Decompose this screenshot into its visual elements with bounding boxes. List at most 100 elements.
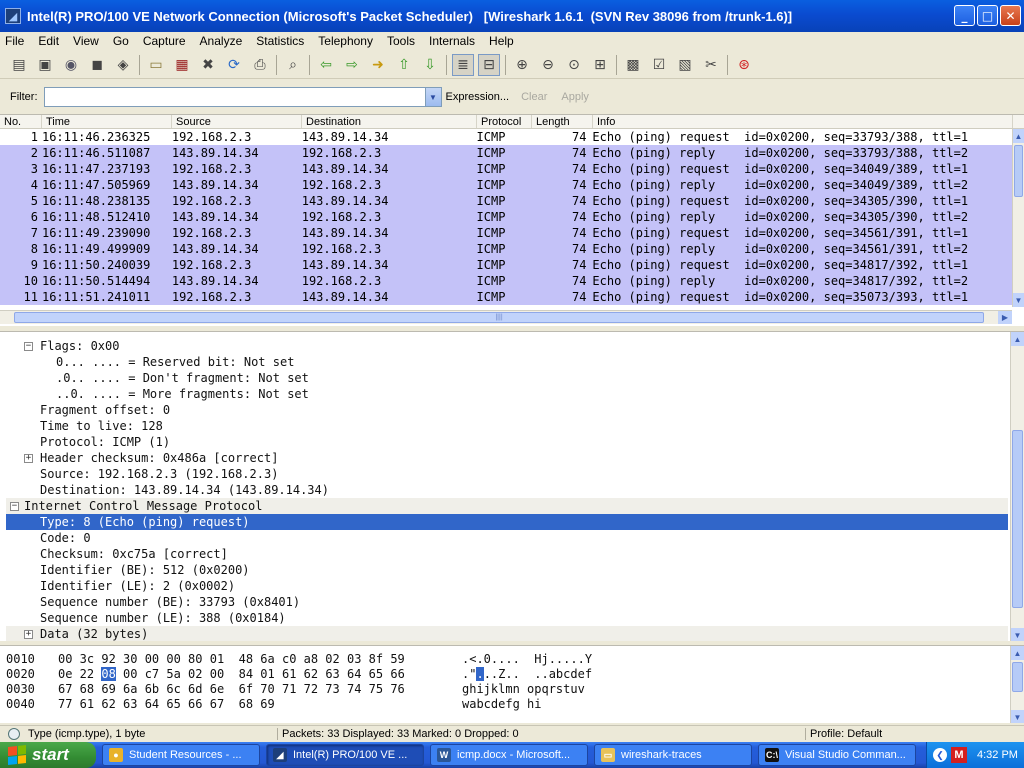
byte-row[interactable]: 0030 67 68 69 6a 6b 6c 6d 6e 6f 70 71 72 … <box>6 682 585 697</box>
taskbar-button[interactable]: Wicmp.docx - Microsoft... <box>430 744 588 766</box>
column-header-no[interactable]: No. <box>0 115 42 128</box>
expert-info-icon[interactable] <box>8 728 20 740</box>
column-header-length[interactable]: Length <box>532 115 593 128</box>
detail-row[interactable]: Time to live: 128 <box>6 418 1008 434</box>
packet-list-hscroll[interactable]: |||| ▶ <box>0 310 1012 324</box>
scroll-thumb[interactable] <box>1014 145 1023 197</box>
scroll-up-icon[interactable]: ▲ <box>1011 332 1024 346</box>
scroll-down-icon[interactable]: ▼ <box>1013 293 1024 307</box>
menu-edit[interactable]: Edit <box>38 34 59 48</box>
coloring-rules-icon[interactable]: ▧ <box>674 54 696 76</box>
details-vscroll[interactable]: ▲ ▼ <box>1010 332 1024 641</box>
scroll-thumb[interactable] <box>1012 662 1023 692</box>
taskbar-button[interactable]: ● Student Resources - ... <box>102 744 260 766</box>
detail-row[interactable]: Code: 0 <box>6 530 1008 546</box>
column-header-source[interactable]: Source <box>172 115 302 128</box>
interfaces-icon[interactable]: ▤ <box>8 54 30 76</box>
restart-capture-icon[interactable]: ◈ <box>112 54 134 76</box>
packet-row[interactable]: 11 16:11:51.241011 192.168.2.3 143.89.14.34… <box>0 289 1012 305</box>
detail-row[interactable]: Type: 8 (Echo (ping) request) <box>6 514 1008 530</box>
detail-row[interactable]: Checksum: 0xc75a [correct] <box>6 546 1008 562</box>
expand-icon[interactable]: + <box>24 454 33 463</box>
close-button[interactable]: ✕ <box>1000 5 1021 26</box>
byte-row[interactable]: 0010 00 3c 92 30 00 00 80 01 48 6a c0 a8 … <box>6 652 592 667</box>
scroll-down-icon[interactable]: ▼ <box>1011 628 1024 641</box>
detail-row[interactable]: Protocol: ICMP (1) <box>6 434 1008 450</box>
capture-filters-icon[interactable]: ▩ <box>622 54 644 76</box>
start-capture-icon[interactable]: ◉ <box>60 54 82 76</box>
packet-row[interactable]: 7 16:11:49.239090 192.168.2.3 143.89.14.34 I… <box>0 225 1012 241</box>
reload-icon[interactable]: ⟳ <box>223 54 245 76</box>
antivirus-icon[interactable]: M <box>951 747 967 763</box>
go-to-packet-icon[interactable]: ➜ <box>367 54 389 76</box>
close-file-icon[interactable]: ✖ <box>197 54 219 76</box>
menu-view[interactable]: View <box>73 34 99 48</box>
go-first-icon[interactable]: ⇧ <box>393 54 415 76</box>
save-file-icon[interactable]: ▦ <box>171 54 193 76</box>
byte-row[interactable]: 0040 77 61 62 63 64 65 66 67 68 69 wabcdef… <box>6 697 541 712</box>
packet-row[interactable]: 1 16:11:46.236325 192.168.2.3 143.89.14.34 I… <box>0 129 1012 145</box>
packet-row[interactable]: 9 16:11:50.240039 192.168.2.3 143.89.14.34 I… <box>0 257 1012 273</box>
detail-row[interactable]: Header checksum: 0x486a [correct] + <box>6 450 1008 466</box>
packet-list-vscroll[interactable]: ▲ ▼ <box>1012 129 1024 307</box>
menu-go[interactable]: Go <box>113 34 129 48</box>
taskbar-button[interactable]: ◢ Intel(R) PRO/100 VE ... <box>266 744 424 766</box>
collapse-icon[interactable]: − <box>24 342 33 351</box>
column-header-info[interactable]: Info <box>593 115 1013 128</box>
maximize-button[interactable]: □ <box>977 5 998 26</box>
detail-row[interactable]: ..0. .... = More fragments: Not set <box>6 386 1008 402</box>
bytes-vscroll[interactable]: ▲ ▼ <box>1010 646 1024 723</box>
taskbar-button[interactable]: C:\ Visual Studio Comman... <box>758 744 916 766</box>
menu-tools[interactable]: Tools <box>387 34 415 48</box>
expand-icon[interactable]: + <box>24 630 33 639</box>
column-header-destination[interactable]: Destination <box>302 115 477 128</box>
resize-columns-icon[interactable]: ⊞ <box>589 54 611 76</box>
go-last-icon[interactable]: ⇩ <box>419 54 441 76</box>
filter-input[interactable]: ▼ <box>43 87 442 107</box>
packet-row[interactable]: 6 16:11:48.512410 143.89.14.34 192.168.2.3 I… <box>0 209 1012 225</box>
status-profile[interactable]: Profile: Default <box>806 728 882 740</box>
filter-dropdown-icon[interactable]: ▼ <box>424 88 441 106</box>
options-icon[interactable]: ▣ <box>34 54 56 76</box>
detail-row[interactable]: Sequence number (BE): 33793 (0x8401) <box>6 594 1008 610</box>
menu-help[interactable]: Help <box>489 34 514 48</box>
autoscroll-icon[interactable]: ⊟ <box>478 53 500 76</box>
detail-row[interactable]: Sequence number (LE): 388 (0x0184) <box>6 610 1008 626</box>
menu-analyze[interactable]: Analyze <box>200 34 243 48</box>
packet-row[interactable]: 5 16:11:48.238135 192.168.2.3 143.89.14.34 I… <box>0 193 1012 209</box>
packet-row[interactable]: 8 16:11:49.499909 143.89.14.34 192.168.2.3 I… <box>0 241 1012 257</box>
taskbar-button[interactable]: ▭ wireshark-traces <box>594 744 752 766</box>
scroll-up-icon[interactable]: ▲ <box>1013 129 1024 143</box>
show-hidden-icons-icon[interactable]: ❮ <box>933 748 947 762</box>
detail-row[interactable]: Source: 192.168.2.3 (192.168.2.3) <box>6 466 1008 482</box>
detail-row[interactable]: Fragment offset: 0 <box>6 402 1008 418</box>
menu-statistics[interactable]: Statistics <box>256 34 304 48</box>
scroll-up-icon[interactable]: ▲ <box>1011 646 1024 660</box>
packet-row[interactable]: 2 16:11:46.511087 143.89.14.34 192.168.2.3 I… <box>0 145 1012 161</box>
scroll-right-icon[interactable]: ▶ <box>998 311 1012 324</box>
menu-capture[interactable]: Capture <box>143 34 186 48</box>
print-icon[interactable]: ⎙ <box>249 54 271 76</box>
detail-row[interactable]: Internet Control Message Protocol − <box>6 498 1008 514</box>
scroll-down-icon[interactable]: ▼ <box>1011 710 1024 723</box>
detail-row[interactable]: Identifier (BE): 512 (0x0200) <box>6 562 1008 578</box>
title-bar[interactable]: ◢ Intel(R) PRO/100 VE Network Connection… <box>0 0 1024 32</box>
hscroll-thumb[interactable]: |||| <box>14 312 984 323</box>
detail-row[interactable]: Flags: 0x00− <box>6 338 1008 354</box>
packet-row[interactable]: 10 16:11:50.514494 143.89.14.34 192.168.2.3… <box>0 273 1012 289</box>
column-header-time[interactable]: Time <box>42 115 172 128</box>
preferences-icon[interactable]: ✂ <box>700 54 722 76</box>
zoom-in-icon[interactable]: ⊕ <box>511 54 533 76</box>
scroll-thumb[interactable] <box>1012 430 1023 608</box>
go-back-icon[interactable]: ⇦ <box>315 54 337 76</box>
go-forward-icon[interactable]: ⇨ <box>341 54 363 76</box>
detail-row[interactable]: Identifier (LE): 2 (0x0002) <box>6 578 1008 594</box>
open-file-icon[interactable]: ▭ <box>145 54 167 76</box>
hex-selected-byte[interactable]: 08 <box>101 667 116 681</box>
colorize-icon[interactable]: ≣ <box>452 53 474 76</box>
zoom-out-icon[interactable]: ⊖ <box>537 54 559 76</box>
menu-telephony[interactable]: Telephony <box>318 34 373 48</box>
display-filters-icon[interactable]: ☑ <box>648 54 670 76</box>
clear-button[interactable]: Clear <box>521 91 547 103</box>
find-packet-icon[interactable]: ⌕ <box>282 54 304 76</box>
